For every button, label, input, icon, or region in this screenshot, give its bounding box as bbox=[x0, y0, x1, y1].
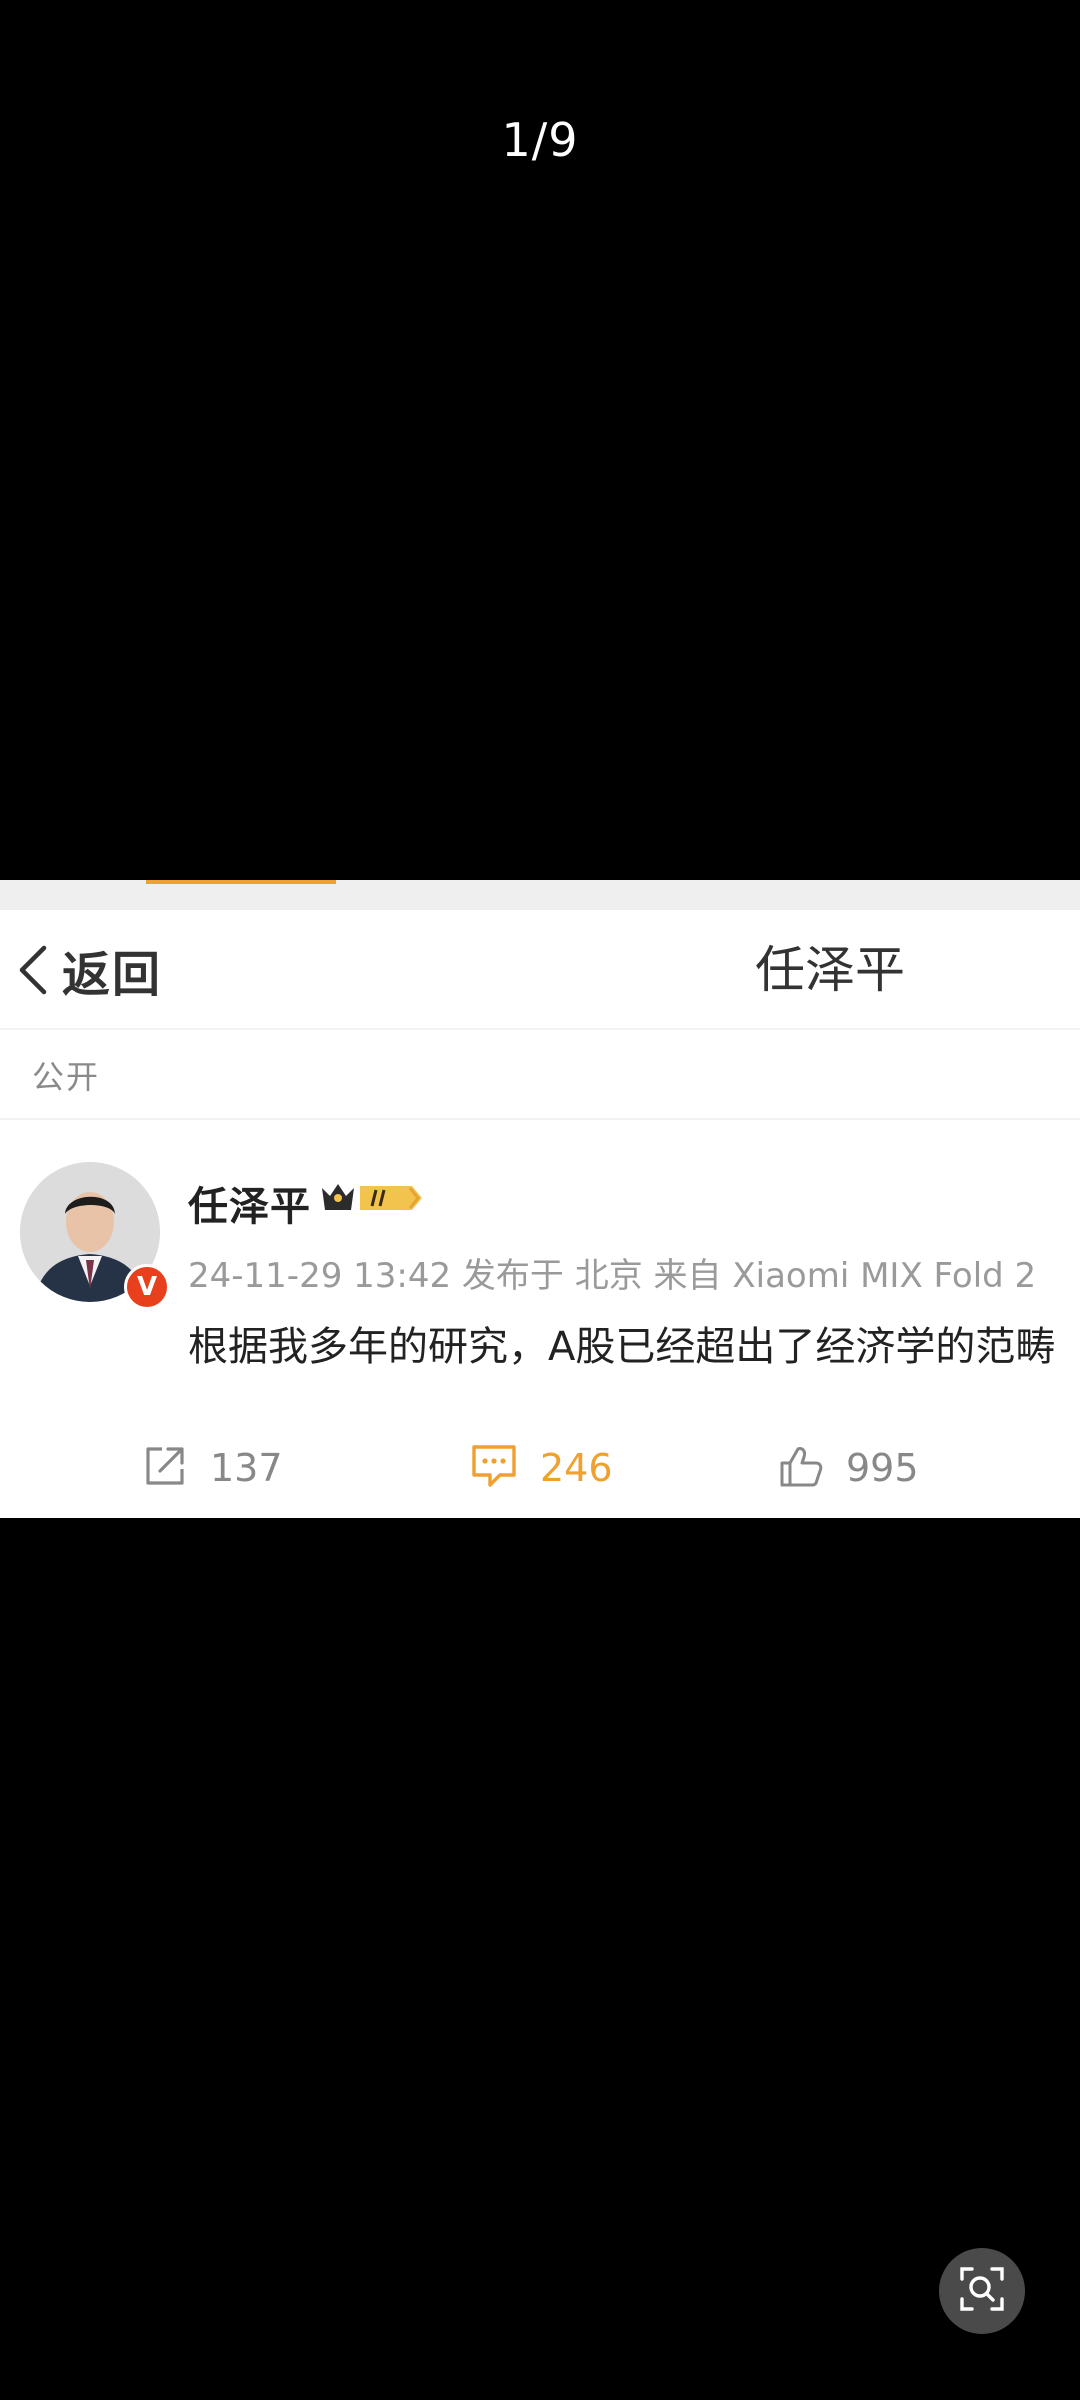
page-counter: 1/9 bbox=[501, 113, 579, 167]
back-button[interactable]: 返回 bbox=[16, 932, 162, 1008]
action-bar: 137 246 995 bbox=[0, 1430, 1080, 1506]
like-button[interactable]: 995 bbox=[778, 1430, 919, 1506]
back-label: 返回 bbox=[62, 947, 163, 1003]
post-card: V 任泽平 24-11-29 13:42 发布于 北京 来自 Xiaomi MI… bbox=[0, 1120, 1080, 1518]
chevron-left-icon bbox=[16, 944, 48, 996]
crown-badge-icon[interactable] bbox=[320, 1178, 424, 1218]
post-meta: 24-11-29 13:42 发布于 北京 来自 Xiaomi MIX Fold… bbox=[188, 1256, 1037, 1296]
repost-button[interactable]: 137 bbox=[142, 1430, 283, 1506]
like-count: 995 bbox=[846, 1446, 919, 1490]
tab-indicator bbox=[146, 880, 336, 884]
image-search-button[interactable] bbox=[939, 2248, 1025, 2334]
share-icon bbox=[142, 1443, 188, 1493]
comment-count: 246 bbox=[540, 1446, 613, 1490]
thumbs-up-icon bbox=[778, 1443, 824, 1493]
top-band bbox=[0, 880, 1080, 910]
verified-badge: V bbox=[124, 1264, 170, 1310]
visibility-label: 公开 bbox=[32, 1058, 101, 1096]
nav-bar: 返回 任泽平 bbox=[0, 910, 1080, 1030]
post-text: 根据我多年的研究，A股已经超出了经济学的范畴 bbox=[188, 1324, 1056, 1370]
avatar[interactable]: V bbox=[20, 1162, 170, 1310]
comment-button[interactable]: 246 bbox=[470, 1430, 613, 1506]
author-name[interactable]: 任泽平 bbox=[188, 1174, 311, 1232]
nav-title: 任泽平 bbox=[755, 941, 905, 999]
image-search-icon bbox=[958, 2265, 1006, 2317]
screenshot-card: 返回 任泽平 公开 V 任泽平 24-11-29 13:42 发布于 北京 来自… bbox=[0, 880, 1080, 1518]
comment-icon bbox=[470, 1443, 518, 1493]
visibility-row: 公开 bbox=[0, 1030, 1080, 1120]
repost-count: 137 bbox=[210, 1446, 283, 1490]
